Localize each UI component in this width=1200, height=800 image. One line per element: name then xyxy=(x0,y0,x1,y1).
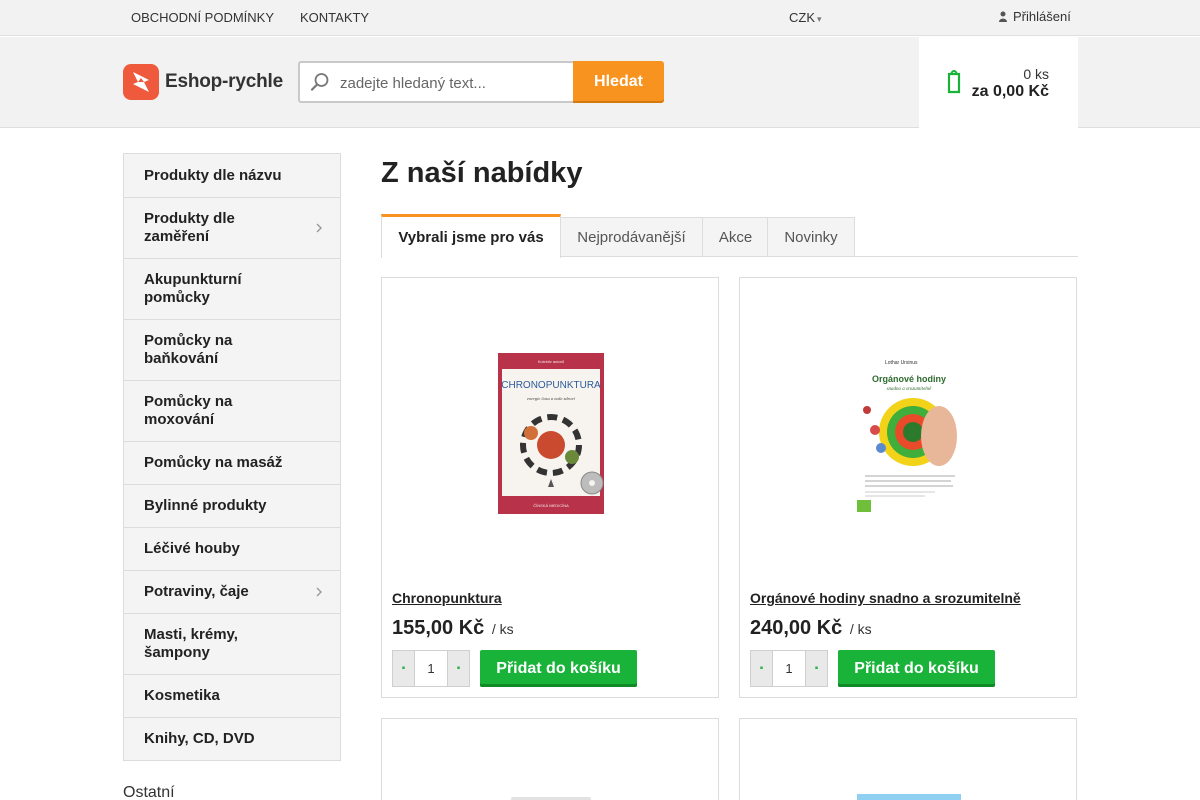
sidebar-item-cupping[interactable]: Pomůcky na baňkování xyxy=(124,319,340,380)
product-image[interactable]: Kolektiv autorů CHRONOPUNKTURA energie č… xyxy=(498,353,604,514)
sidebar-item-label: Pomůcky na baňkování xyxy=(144,332,233,367)
quantity-stepper: ▪ 1 ▪ xyxy=(750,650,828,687)
tab-sale[interactable]: Akce xyxy=(702,217,769,257)
search-input[interactable] xyxy=(340,72,568,94)
quantity-value[interactable]: 1 xyxy=(773,651,805,686)
sidebar-item-label: Kosmetika xyxy=(144,687,220,704)
cart-summary[interactable]: 0 ks za 0,00 Kč xyxy=(919,37,1078,128)
cart-total: za 0,00 Kč xyxy=(971,83,1049,100)
login-label: Přihlášení xyxy=(1013,9,1071,24)
sidebar-item-acupuncture[interactable]: Akupunkturní pomůcky xyxy=(124,258,340,319)
sidebar-item-label: Produkty dle názvu xyxy=(144,166,282,184)
logo-text: Eshop-rychle xyxy=(165,71,283,92)
logo[interactable]: Eshop-rychle xyxy=(123,64,283,100)
add-to-cart-button[interactable]: Přidat do košíku xyxy=(480,650,637,687)
sidebar-item-label: Bylinné produkty xyxy=(144,497,267,514)
category-sidebar: Produkty dle názvu Produkty dle zaměření… xyxy=(123,153,341,761)
chevron-right-icon[interactable] xyxy=(316,587,322,597)
sidebar-item-label: Knihy, CD, DVD xyxy=(144,730,255,747)
user-icon xyxy=(999,11,1007,22)
chevron-right-icon[interactable] xyxy=(316,223,322,233)
sidebar-item-massage[interactable]: Pomůcky na masáž xyxy=(124,441,340,484)
sidebar-item-label: Produkty dle zaměření xyxy=(144,210,235,245)
currency-selector[interactable]: CZK ▾ xyxy=(789,10,822,25)
plus-icon[interactable]: ▪ xyxy=(447,651,469,686)
product-card: Lothar Ursinus Orgánové hodiny snadno a … xyxy=(739,277,1077,698)
sidebar-item-mushrooms[interactable]: Léčivé houby xyxy=(124,527,340,570)
minus-icon[interactable]: ▪ xyxy=(751,651,773,686)
sidebar-item-products-by-name[interactable]: Produkty dle názvu xyxy=(124,154,340,197)
terms-link[interactable]: OBCHODNÍ PODMÍNKY xyxy=(131,10,274,25)
minus-icon[interactable]: ▪ xyxy=(393,651,415,686)
cover-title: CHRONOPUNKTURA xyxy=(501,380,601,391)
tab-selected-for-you[interactable]: Vybrali jsme pro vás xyxy=(381,214,561,258)
sidebar-item-cosmetics[interactable]: Kosmetika xyxy=(124,674,340,717)
chevron-down-icon: ▾ xyxy=(817,14,822,24)
sidebar-item-label: Pomůcky na moxování xyxy=(144,393,233,428)
search-button[interactable]: Hledat xyxy=(573,61,664,103)
cover-bottom-text: ČÍNSKÁ MEDICÍNA xyxy=(533,503,569,508)
product-image[interactable]: Lothar Ursinus Orgánové hodiny snadno a … xyxy=(855,350,963,516)
price-unit: / ks xyxy=(491,621,514,637)
tab-new[interactable]: Novinky xyxy=(767,217,855,257)
search-form: Hledat xyxy=(298,61,664,103)
tab-bestsellers[interactable]: Nejprodávanější xyxy=(560,217,703,257)
cover-subtitle: energie času a naše zdraví xyxy=(527,396,576,401)
sidebar-item-books[interactable]: Knihy, CD, DVD xyxy=(124,717,340,760)
sidebar-item-label: Léčivé houby xyxy=(144,540,240,557)
product-card: Kolektiv autorů CHRONOPUNKTURA energie č… xyxy=(381,277,719,698)
product-card xyxy=(739,718,1077,800)
product-name-link[interactable]: Chronopunktura xyxy=(392,590,502,606)
product-price: 155,00 Kč / ks xyxy=(392,617,514,640)
quantity-stepper: ▪ 1 ▪ xyxy=(392,650,470,687)
product-tabs: Nejprodávanější Akce Novinky Vybrali jsm… xyxy=(381,214,1078,258)
cover-author: Lothar Ursinus xyxy=(885,360,918,366)
product-card xyxy=(381,718,719,800)
sidebar-item-label: Masti, krémy, šampony xyxy=(144,626,238,661)
price-value: 155,00 Kč xyxy=(392,617,485,639)
currency-label: CZK xyxy=(789,10,815,25)
add-to-cart-button[interactable]: Přidat do košíku xyxy=(838,650,995,687)
product-price: 240,00 Kč / ks xyxy=(750,617,872,640)
sidebar-item-moxibustion[interactable]: Pomůcky na moxování xyxy=(124,380,340,441)
search-icon xyxy=(310,73,329,91)
cover-top-text: Kolektiv autorů xyxy=(538,359,564,364)
sidebar-item-food-tea[interactable]: Potraviny, čaje xyxy=(124,570,340,613)
sidebar-item-herbal[interactable]: Bylinné produkty xyxy=(124,484,340,527)
search-box xyxy=(298,61,574,103)
sidebar-item-ointments[interactable]: Masti, krémy, šampony xyxy=(124,613,340,674)
plus-icon[interactable]: ▪ xyxy=(805,651,827,686)
sidebar-item-label: Potraviny, čaje xyxy=(144,583,249,600)
cover-title: Orgánové hodiny xyxy=(872,374,946,384)
cart-quantity: 0 ks xyxy=(1023,66,1049,82)
login-link[interactable]: Přihlášení xyxy=(999,9,1071,24)
cart-icon xyxy=(947,70,961,94)
sidebar-item-label: Pomůcky na masáž xyxy=(144,454,283,471)
sidebar-item-label: Akupunkturní pomůcky xyxy=(144,271,242,306)
other-heading: Ostatní xyxy=(123,784,175,800)
sidebar-item-products-by-focus[interactable]: Produkty dle zaměření xyxy=(124,197,340,258)
site-header: Eshop-rychle Hledat 0 ks za 0,00 Kč xyxy=(0,37,1200,128)
page-title: Z naší nabídky xyxy=(381,157,583,189)
top-bar: OBCHODNÍ PODMÍNKY KONTAKTY CZK ▾ Přihláše… xyxy=(0,0,1200,36)
cover-subtitle: snadno a srozumitelně xyxy=(887,387,933,392)
quantity-value[interactable]: 1 xyxy=(415,651,447,686)
price-value: 240,00 Kč xyxy=(750,617,843,639)
price-unit: / ks xyxy=(849,621,872,637)
product-name-link[interactable]: Orgánové hodiny snadno a srozumitelně xyxy=(750,590,1021,606)
logo-icon xyxy=(123,64,159,100)
contacts-link[interactable]: KONTAKTY xyxy=(300,10,369,25)
product-image[interactable] xyxy=(857,794,961,800)
